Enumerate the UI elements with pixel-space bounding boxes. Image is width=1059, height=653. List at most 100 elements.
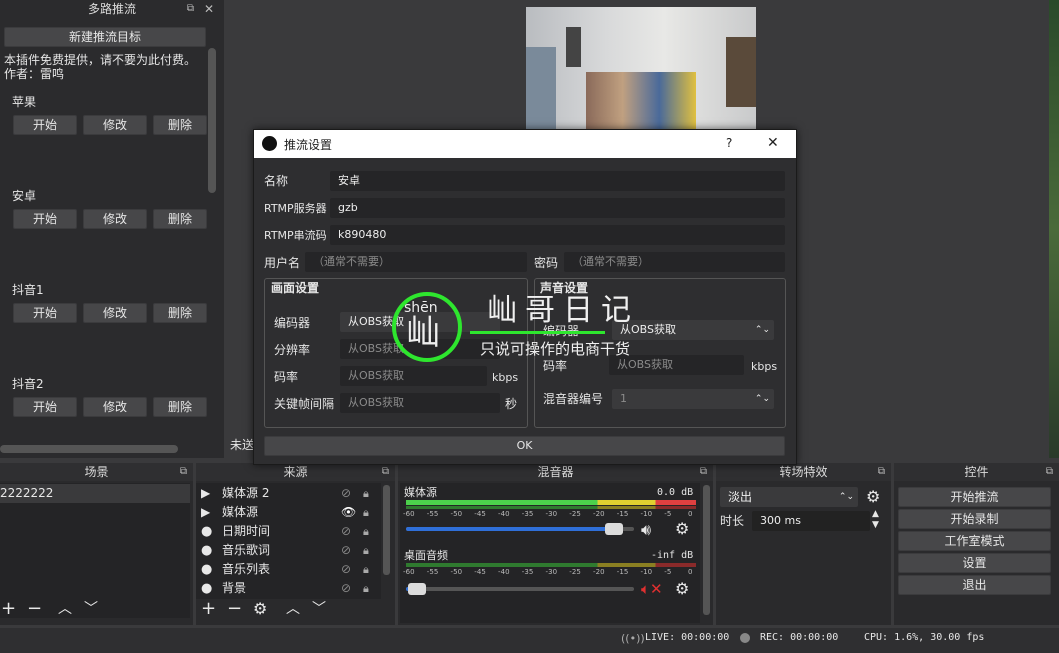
play-icon: ▶ [201,486,211,500]
float-icon[interactable]: ⧉ [187,0,194,18]
up-icon[interactable]: ︿ [58,599,72,619]
new-target-button[interactable]: 新建推流目标 [4,27,206,47]
ok-button[interactable]: OK [264,436,785,456]
spin-up-icon[interactable]: ▲ [872,509,879,519]
lock-icon[interactable]: 🔒︎ [363,560,369,579]
tick-label: 0 [688,510,693,518]
source-name: 音乐歌词 [222,543,271,557]
float-icon[interactable]: ⧉ [382,463,389,481]
lock-icon[interactable]: 🔒︎ [363,579,369,598]
control-button[interactable]: 工作室模式 [898,531,1051,551]
eye-hidden-icon[interactable]: ⊘ [341,579,351,598]
dialog-title: 推流设置 [284,138,333,152]
edit-button[interactable]: 修改 [83,209,147,229]
channel2-ticks: -60 -55 -50 -45 -40 -35 -30 -25 -20 -15 -10 -5 0 [403,568,696,577]
volume-icon[interactable]: 🔊︎ [641,520,651,540]
bitrate-input[interactable]: 从OBS获取 [340,366,487,386]
transition-select[interactable]: 淡出 ⌃⌄ [720,487,858,507]
scenes-dock: 场景 ⧉ 2222222 + − ︿ ﹀ [0,463,193,625]
edit-button[interactable]: 修改 [83,115,147,135]
key-input[interactable]: k890480 [330,225,785,245]
source-item[interactable]: ● 音乐列表 ⊘ 🔒︎ [196,560,376,579]
delete-button[interactable]: 删除 [153,115,207,135]
float-icon[interactable]: ⧉ [180,463,187,481]
gear-icon[interactable]: ⚙ [675,579,689,598]
float-icon[interactable]: ⧉ [1046,463,1053,481]
eye-icon[interactable]: 👁︎ [341,503,356,522]
channel1-name: 媒体源 [404,486,437,499]
eye-hidden-icon[interactable]: ⊘ [341,484,351,503]
delete-button[interactable]: 删除 [153,303,207,323]
edit-button[interactable]: 修改 [83,303,147,323]
channel1-slider[interactable] [406,523,634,535]
gear-icon[interactable]: ⚙ [675,519,689,538]
name-input[interactable]: 安卓 [330,171,785,191]
delete-button[interactable]: 删除 [153,209,207,229]
gear-icon[interactable]: ⚙ [866,487,880,506]
dock-scrollbar[interactable] [208,48,216,193]
close-icon[interactable]: ✕ [204,0,214,18]
spin-down-icon[interactable]: ▼ [872,520,879,530]
help-button[interactable]: ? [726,136,732,150]
source-item[interactable]: ▶ 媒体源 👁︎ 🔒︎ [196,503,376,522]
gear-icon[interactable]: ⚙ [253,599,267,619]
control-button[interactable]: 退出 [898,575,1051,595]
source-item[interactable]: ● 背景 ⊘ 🔒︎ [196,579,376,598]
start-button[interactable]: 开始 [13,209,77,229]
source-name: 媒体源 [222,505,259,519]
start-button[interactable]: 开始 [13,303,77,323]
sources-scrollbar[interactable] [383,485,390,575]
tick-label: -40 [498,510,510,518]
channel1-meter [406,500,696,505]
eye-hidden-icon[interactable]: ⊘ [341,541,351,560]
lock-icon[interactable]: 🔒︎ [363,522,369,541]
control-button[interactable]: 开始录制 [898,509,1051,529]
channel2-slider[interactable] [406,583,634,595]
scene-item[interactable]: 2222222 [0,484,190,503]
eye-hidden-icon[interactable]: ⊘ [341,560,351,579]
remove-icon[interactable]: − [27,599,42,619]
start-button[interactable]: 开始 [13,115,77,135]
target-name: 安卓 [12,189,37,203]
control-button[interactable]: 设置 [898,553,1051,573]
dock-hscrollbar[interactable] [0,445,178,453]
add-icon[interactable]: + [1,599,16,619]
author-text: 作者：雷鸣 [4,67,65,81]
close-icon[interactable]: ✕ [767,135,779,151]
source-item[interactable]: ● 音乐歌词 ⊘ 🔒︎ [196,541,376,560]
up-icon[interactable]: ︿ [286,599,300,619]
duration-input[interactable]: 300 ms [752,511,870,531]
tick-label: -60 [403,510,415,518]
keyframe-input[interactable]: 从OBS获取 [340,393,500,413]
multi-stream-dock: 多路推流 ⧉ ✕ 新建推流目标 本插件免费提供，请不要为此付费。 作者：雷鸣 苹… [0,0,224,458]
lock-icon[interactable]: 🔒︎ [363,541,369,560]
down-icon[interactable]: ﹀ [312,599,326,619]
username-input[interactable]: （通常不需要） [305,252,527,272]
float-icon[interactable]: ⧉ [700,463,707,481]
edit-button[interactable]: 修改 [83,397,147,417]
muted-volume-icon[interactable]: 🔈︎✕ [641,580,663,598]
mixer-scrollbar[interactable] [703,485,710,615]
control-button[interactable]: 开始推流 [898,487,1051,507]
scenes-header: 场景 ⧉ [0,463,193,481]
remove-icon[interactable]: − [227,599,242,619]
globe-icon: ● [201,543,213,558]
add-icon[interactable]: + [201,599,216,619]
tick-label: -50 [450,568,463,576]
mixer-dock: 混音器 ⧉ 媒体源 0.0 dB -60 -55 -50 -45 -40 -35 -30 -25… [398,463,713,625]
status-partial: 未送 [230,438,255,452]
mixer-number-input[interactable]: 1 ⌃⌄ [612,389,774,409]
down-icon[interactable]: ﹀ [84,599,98,619]
audio-bitrate-unit: kbps [751,360,778,373]
delete-button[interactable]: 删除 [153,397,207,417]
server-input[interactable]: gzb [330,198,785,218]
lock-icon[interactable]: 🔒︎ [363,503,369,522]
start-button[interactable]: 开始 [13,397,77,417]
lock-icon[interactable]: 🔒︎ [363,484,369,503]
password-input[interactable]: （通常不需要） [564,252,785,272]
float-icon[interactable]: ⧉ [878,463,885,481]
keyframe-unit: 秒 [505,397,518,411]
source-item[interactable]: ● 日期时间 ⊘ 🔒︎ [196,522,376,541]
source-item[interactable]: ▶ 媒体源 2 ⊘ 🔒︎ [196,484,376,503]
eye-hidden-icon[interactable]: ⊘ [341,522,351,541]
